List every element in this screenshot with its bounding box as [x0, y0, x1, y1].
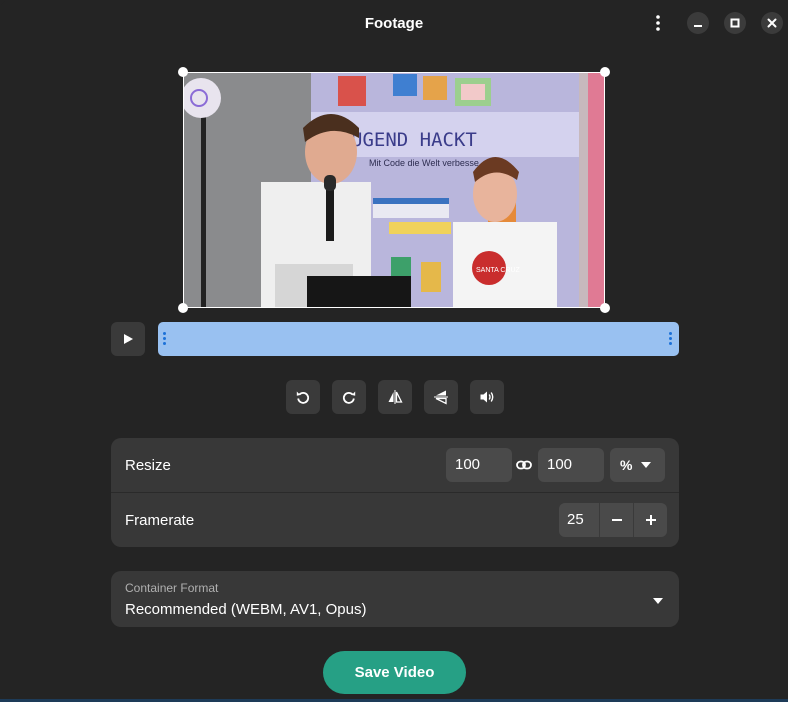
crop-frame[interactable]	[183, 72, 605, 308]
container-format-dropdown[interactable]: Container Format Recommended (WEBM, AV1,…	[111, 571, 679, 627]
app-window: Footage UGEND HACKT Mit Code die Welt ve…	[0, 0, 788, 702]
flip-vertical-button[interactable]	[424, 380, 458, 414]
link-icon[interactable]	[516, 458, 532, 472]
chevron-down-icon	[653, 598, 663, 604]
play-button[interactable]	[111, 322, 145, 356]
container-format-value: Recommended (WEBM, AV1, Opus)	[125, 601, 367, 618]
resize-label: Resize	[125, 457, 171, 474]
video-preview-area: UGEND HACKT Mit Code die Welt verbesse S…	[178, 67, 610, 313]
minimize-icon	[694, 25, 702, 27]
save-video-button[interactable]: Save Video	[323, 651, 466, 694]
minimize-button[interactable]	[687, 12, 709, 34]
minus-icon	[611, 519, 622, 521]
rotate-right-button[interactable]	[332, 380, 366, 414]
framerate-spinbutton[interactable]: 25	[559, 503, 667, 537]
crop-handle-top-right[interactable]	[600, 67, 610, 77]
row-separator	[111, 492, 679, 493]
header-bar: Footage	[0, 0, 788, 46]
resize-height-input[interactable]: 100	[538, 448, 604, 482]
crop-handle-bottom-right[interactable]	[600, 303, 610, 313]
framerate-value[interactable]: 25	[559, 503, 599, 537]
framerate-label: Framerate	[125, 512, 195, 529]
settings-card: Resize 100 100 % Framerate 25	[111, 438, 679, 547]
chevron-down-icon	[641, 462, 651, 468]
rotate-right-icon	[342, 391, 356, 404]
resize-unit-dropdown[interactable]: %	[610, 448, 665, 482]
container-format-label: Container Format	[125, 581, 219, 595]
flip-vertical-icon	[434, 390, 448, 405]
volume-icon	[480, 391, 494, 403]
crop-handle-bottom-left[interactable]	[178, 303, 188, 313]
plus-icon	[645, 515, 656, 525]
trim-start-handle[interactable]	[163, 332, 167, 346]
maximize-button[interactable]	[724, 12, 746, 34]
framerate-decrease-button[interactable]	[599, 503, 633, 537]
menu-button[interactable]	[646, 11, 670, 35]
rotate-left-button[interactable]	[286, 380, 320, 414]
trim-end-handle[interactable]	[669, 332, 673, 346]
flip-horizontal-icon	[388, 390, 403, 404]
resize-width-input[interactable]: 100	[446, 448, 512, 482]
close-icon	[767, 18, 777, 28]
trim-timeline[interactable]	[158, 322, 679, 356]
resize-unit-value: %	[620, 457, 633, 473]
flip-horizontal-button[interactable]	[378, 380, 412, 414]
rotate-left-icon	[296, 391, 310, 404]
volume-button[interactable]	[470, 380, 504, 414]
framerate-increase-button[interactable]	[633, 503, 667, 537]
crop-handle-top-left[interactable]	[178, 67, 188, 77]
close-button[interactable]	[761, 12, 783, 34]
vertical-dots-icon	[656, 15, 660, 31]
play-icon	[124, 334, 133, 344]
maximize-icon	[730, 18, 740, 28]
